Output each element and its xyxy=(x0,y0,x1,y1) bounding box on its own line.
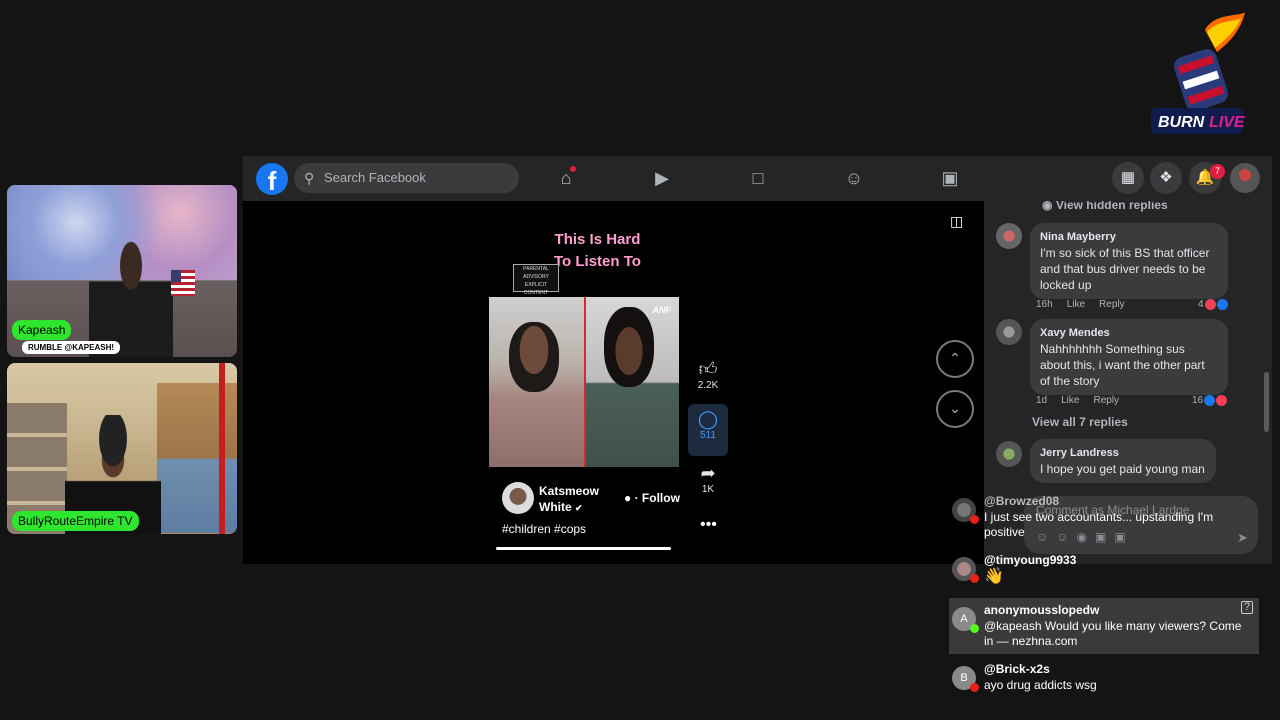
comment-bubble: Nina Mayberry I'm so sick of this BS tha… xyxy=(1030,223,1228,299)
chat-text: @kapeash Would you like many viewers? Co… xyxy=(984,619,1242,648)
search-placeholder: Search Facebook xyxy=(324,170,426,185)
comment-bubble: Xavy Mendes Nahhhhhhh Something sus abou… xyxy=(1030,319,1228,395)
streamer-person xyxy=(89,240,173,357)
like-link[interactable]: Like xyxy=(1067,299,1085,310)
video-clip-frame[interactable]: ANF xyxy=(489,297,679,467)
previous-reel-button[interactable]: ⌃ xyxy=(936,340,974,378)
boxes xyxy=(157,383,237,533)
comment-text: I hope you get paid young man xyxy=(1040,462,1205,476)
follow-button[interactable]: ● · Follow xyxy=(624,491,680,505)
video-progress-bar[interactable] xyxy=(496,547,671,550)
chat-avatar xyxy=(952,557,979,583)
reaction-count[interactable]: 4 xyxy=(1198,299,1228,310)
home-icon[interactable]: ⌂ xyxy=(552,164,580,192)
more-options-icon[interactable]: ••• xyxy=(700,516,717,534)
burnlive-logo: BURN LIVE xyxy=(1151,12,1246,134)
chat-text: I just see two accountants... upstanding… xyxy=(984,510,1214,539)
like-count: 2.2K xyxy=(697,380,719,391)
commenter-avatar[interactable] xyxy=(996,319,1022,345)
chat-avatar: A xyxy=(952,607,979,633)
view-hidden-replies-link[interactable]: ◉ View hidden replies xyxy=(1042,201,1168,212)
chat-text: 👋 xyxy=(984,568,1004,585)
man-face xyxy=(604,307,654,387)
comment-meta: 16h Like Reply xyxy=(1036,299,1125,310)
reply-link[interactable]: Reply xyxy=(1099,299,1125,310)
search-input[interactable]: ⚲ Search Facebook xyxy=(294,163,519,193)
panel-toggle-icon[interactable]: ◫ xyxy=(950,213,970,233)
reaction-count[interactable]: 16 xyxy=(1192,395,1228,406)
facebook-topbar: f ⚲ Search Facebook ⌂ ▶ □ ☺ ▣ ▦ ❖ 🔔 7 xyxy=(243,156,1272,201)
notification-badge: 7 xyxy=(1210,164,1225,179)
video-overlay-title: This Is Hard To Listen To xyxy=(554,231,641,270)
chat-avatar: B xyxy=(952,666,979,692)
comments-scrollbar[interactable] xyxy=(1264,372,1269,432)
facebook-logo-icon[interactable]: f xyxy=(256,163,288,196)
comment-bubble-icon: ◯ xyxy=(697,409,719,429)
webcam-bullyrouteempire xyxy=(7,363,237,534)
parental-advisory-label: PARENTAL ADVISORY EXPLICIT CONTENT xyxy=(513,264,559,296)
chat-username: @Brick-x2s xyxy=(984,662,1050,676)
commenter-name[interactable]: Jerry Landress xyxy=(1040,445,1206,461)
svg-text:LIVE: LIVE xyxy=(1209,114,1246,131)
eye-icon: ◉ xyxy=(1042,201,1053,212)
view-all-replies-link[interactable]: View all 7 replies xyxy=(1032,415,1128,429)
menu-grid-icon[interactable]: ▦ xyxy=(1112,162,1144,194)
video-hashtags[interactable]: #children #cops xyxy=(502,522,586,536)
chat-username: @Browzed08 xyxy=(984,494,1060,508)
share-button[interactable]: ➦ 1K xyxy=(688,462,728,495)
commenter-name[interactable]: Nina Mayberry xyxy=(1040,229,1218,245)
comment-meta: 1d Like Reply xyxy=(1036,395,1120,406)
red-pole xyxy=(219,363,225,534)
like-button[interactable]: 👍︎ 2.2K xyxy=(688,358,728,391)
video-icon[interactable]: ▶ xyxy=(648,164,676,192)
gaming-icon[interactable]: ▣ xyxy=(936,164,964,192)
share-arrow-icon: ➦ xyxy=(700,463,716,483)
cam-sub-tag: RUMBLE @KAPEASH! xyxy=(22,341,121,354)
chat-text: ayo drug addicts wsg xyxy=(984,678,1097,692)
help-icon[interactable]: ? xyxy=(1241,601,1253,614)
marketplace-icon[interactable]: □ xyxy=(744,164,772,192)
svg-text:BURN: BURN xyxy=(1158,114,1205,131)
comment-button[interactable]: ◯ 511 xyxy=(688,404,728,456)
chat-avatar xyxy=(952,498,979,524)
profile-avatar[interactable] xyxy=(1230,163,1260,193)
share-count: 1K xyxy=(701,484,715,495)
comment-bubble: Jerry Landress I hope you get paid young… xyxy=(1030,439,1216,483)
author-avatar[interactable] xyxy=(502,482,534,514)
commenter-avatar[interactable] xyxy=(996,441,1022,467)
us-flag xyxy=(171,270,195,296)
like-link[interactable]: Like xyxy=(1061,395,1079,406)
cam-name-tag: Kapeash xyxy=(12,320,72,340)
messenger-icon[interactable]: ❖ xyxy=(1150,162,1182,194)
notifications-bell-icon[interactable]: 🔔 7 xyxy=(1189,162,1225,194)
cam-name-tag: BullyRouteEmpire TV xyxy=(12,511,139,531)
woman-face xyxy=(509,322,559,392)
chat-username: anonymousslopedw xyxy=(984,603,1100,617)
comment-count: 511 xyxy=(700,430,716,441)
video-watermark: ANF xyxy=(652,305,672,315)
commenter-name[interactable]: Xavy Mendes xyxy=(1040,325,1218,341)
globe-icon: ● xyxy=(624,491,632,505)
thumbs-up-icon: 👍︎ xyxy=(698,359,718,379)
reply-link[interactable]: Reply xyxy=(1093,395,1119,406)
author-name[interactable]: Katsmeow White ✔ xyxy=(539,483,609,516)
commenter-avatar[interactable] xyxy=(996,223,1022,249)
chat-username: @timyoung9933 xyxy=(984,553,1077,567)
comment-text: Nahhhhhhh Something sus about this, i wa… xyxy=(1040,342,1205,388)
next-reel-button[interactable]: ⌄ xyxy=(936,390,974,428)
verified-badge-icon: ✔ xyxy=(575,503,583,513)
comment-text: I'm so sick of this BS that officer and … xyxy=(1040,246,1210,292)
search-icon: ⚲ xyxy=(304,170,315,186)
groups-icon[interactable]: ☺ xyxy=(840,164,868,192)
